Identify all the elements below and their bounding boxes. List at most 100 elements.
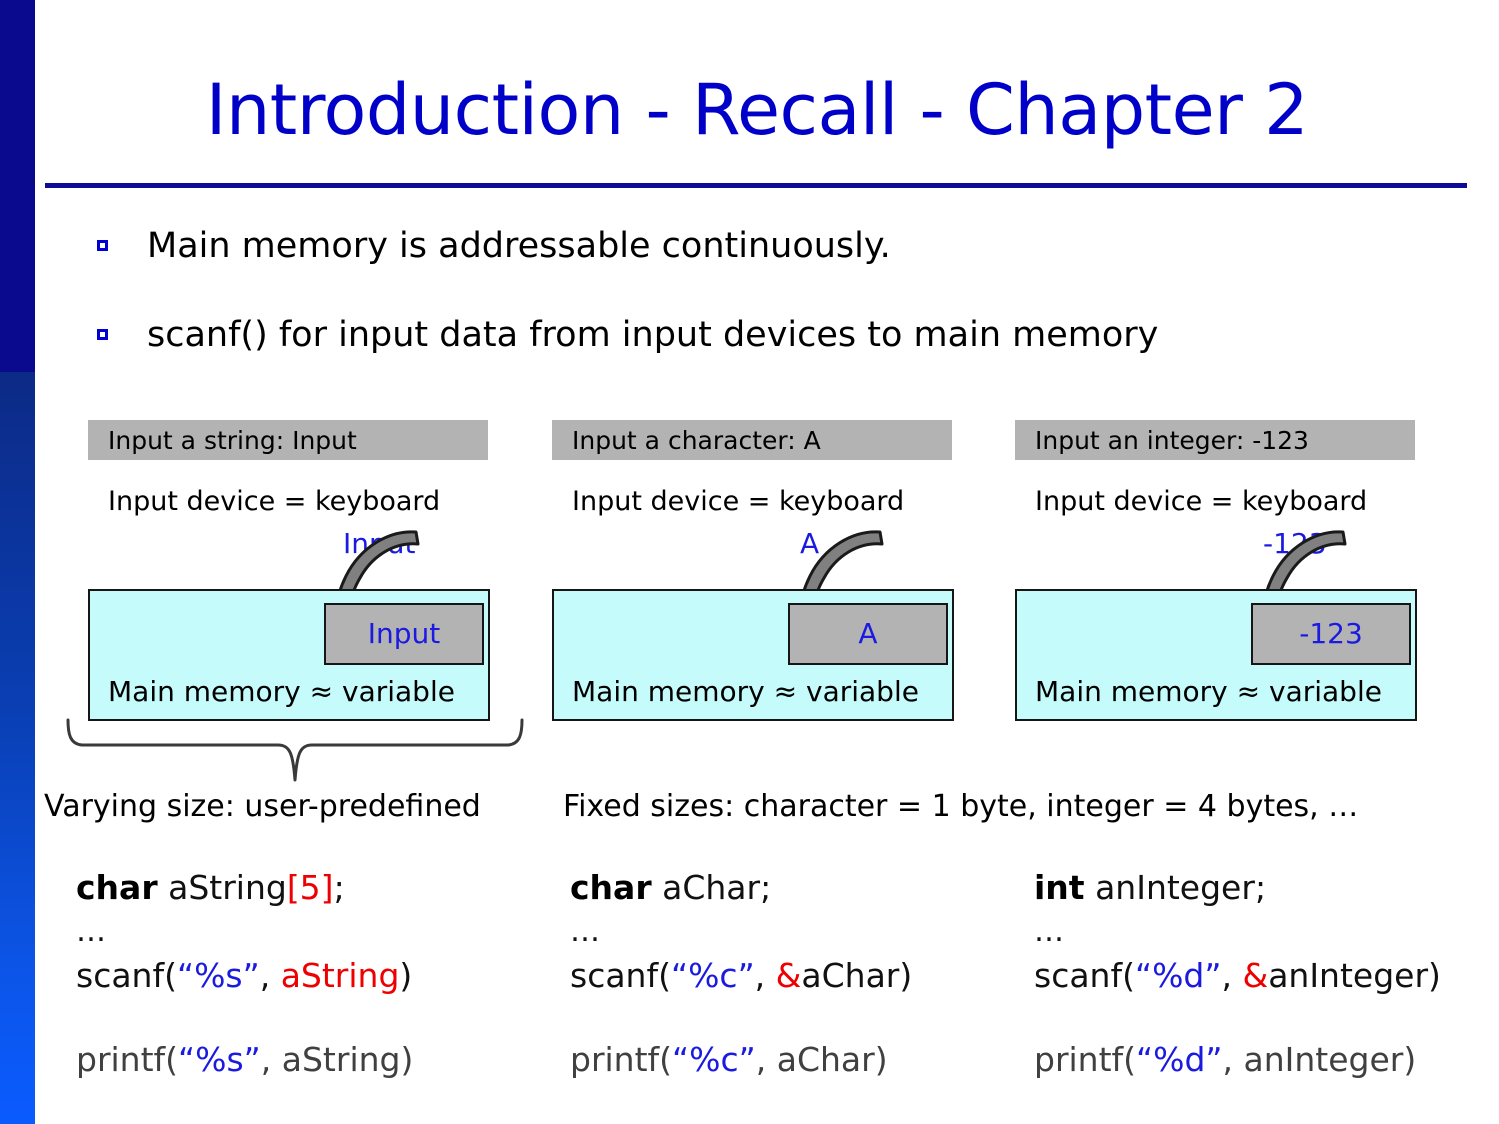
title-underline-rule [45,183,1467,188]
page-title: Introduction - Recall - Chapter 2 [205,69,1309,151]
code-close-paren: ) [899,956,913,995]
bullet-item-scanf: scanf() for input data from input device… [97,313,1158,357]
code-line-scanf: scanf(“%s”, aString) [76,954,413,998]
code-block-character: char aChar; … scanf(“%c”, &aChar) printf… [570,866,912,1082]
main-memory-box: A Main memory ≈ variable [552,589,954,721]
code-line-ellipsis: … [1034,914,1064,949]
code-separator: , [754,956,776,995]
code-call: scanf( [570,956,671,995]
code-terminator: ; [1254,868,1267,907]
code-line-printf: printf(“%c”, aChar) [570,1038,912,1082]
variable-value: A [858,617,878,650]
square-bullet-icon [97,240,108,251]
input-device-label: Input device = keyboard [572,486,905,517]
variable-value: Input [367,617,441,650]
code-call: scanf( [1034,956,1135,995]
code-separator: , [755,1040,777,1079]
code-address-operator: & [1242,956,1269,995]
code-separator: , [260,1040,282,1079]
console-output-bar: Input a character: A [552,420,952,460]
code-call: printf( [76,1040,179,1079]
console-output-bar: Input a string: Input [88,420,488,460]
code-keyword: char [76,868,158,907]
code-line-scanf: scanf(“%c”, &aChar) [570,954,912,998]
variable-cell: A [788,603,948,665]
code-spacer [570,998,912,1038]
code-close-paren: ) [874,1040,888,1079]
code-separator: , [1221,956,1243,995]
main-memory-box: Input Main memory ≈ variable [88,589,490,721]
code-argument: anInteger [1268,956,1429,995]
code-argument: aChar [776,1040,875,1079]
code-terminator: ; [760,868,772,907]
code-call: printf( [1034,1040,1137,1079]
code-line-ellipsis: … [570,914,600,949]
diagram-panel-character: Input a character: A Input device = keyb… [552,420,954,721]
variable-cell: -123 [1251,603,1411,665]
code-line-declaration: char aString[5]; [76,866,413,910]
main-memory-box: -123 Main memory ≈ variable [1015,589,1417,721]
console-output-text: Input a string: Input [108,426,357,455]
code-format-string: “%d” [1134,956,1222,995]
code-identifier: aChar [651,868,761,907]
sidebar-accent-bar-gradient [0,372,35,1124]
sidebar-accent-bar-top [0,0,35,372]
code-close-paren: ) [1428,956,1441,995]
code-address-operator: & [775,956,802,995]
code-close-paren: ) [399,956,413,995]
code-argument: aChar [801,956,900,995]
diagram-panel-integer: Input an integer: -123 Input device = ke… [1015,420,1417,721]
code-identifier: anInteger [1084,868,1255,907]
bullet-item-label: scanf() for input data from input device… [147,315,1159,355]
code-format-string: “%d” [1136,1040,1223,1079]
transferred-value-label: Input [343,527,416,560]
console-output-bar: Input an integer: -123 [1015,420,1415,460]
main-memory-label: Main memory ≈ variable [1035,675,1382,708]
code-line-scanf: scanf(“%d”, &anInteger) [1034,954,1441,998]
input-device-label: Input device = keyboard [1035,486,1368,517]
bullet-item-label: Main memory is addressable continuously. [147,226,891,266]
caption-fixed-sizes: Fixed sizes: character = 1 byte, integer… [563,789,1359,824]
code-argument: aString [280,956,400,995]
bullet-item-main-memory: Main memory is addressable continuously. [97,224,891,268]
code-spacer [1034,998,1441,1038]
caption-varying-size: Varying size: user-predefined [44,789,481,824]
code-line-declaration: char aChar; [570,866,912,910]
code-format-string: “%s” [178,1040,261,1079]
diagram-panel-string: Input a string: Input Input device = key… [88,420,490,721]
main-memory-label: Main memory ≈ variable [108,675,455,708]
code-line-declaration: int anInteger; [1034,866,1441,910]
code-identifier: aString [157,868,287,907]
variable-value: -123 [1299,617,1363,650]
code-keyword: char [570,868,652,907]
code-call: scanf( [76,956,177,995]
console-output-text: Input a character: A [572,426,821,455]
code-terminator: ; [333,868,345,907]
code-format-string: “%s” [176,956,260,995]
variable-cell: Input [324,603,484,665]
code-close-paren: ) [400,1040,414,1079]
code-separator: , [259,956,281,995]
code-line-printf: printf(“%d”, anInteger) [1034,1038,1441,1082]
transferred-value-label: -123 [1263,527,1327,560]
code-block-integer: int anInteger; … scanf(“%d”, &anInteger)… [1034,866,1441,1082]
code-separator: , [1222,1040,1244,1079]
code-close-paren: ) [1403,1040,1417,1079]
square-bullet-icon [97,329,108,340]
curly-brace-icon [66,718,524,782]
code-line-printf: printf(“%s”, aString) [76,1038,413,1082]
code-format-string: “%c” [672,1040,756,1079]
code-line-ellipsis: … [76,914,106,949]
main-memory-label: Main memory ≈ variable [572,675,919,708]
code-call: printf( [570,1040,673,1079]
console-output-text: Input an integer: -123 [1035,426,1309,455]
code-argument: anInteger [1243,1040,1404,1079]
code-format-string: “%c” [670,956,755,995]
code-block-string: char aString[5]; … scanf(“%s”, aString) … [76,866,413,1082]
code-array-index: [5] [286,868,334,907]
input-device-label: Input device = keyboard [108,486,441,517]
code-spacer [76,998,413,1038]
code-keyword: int [1034,868,1085,907]
code-argument: aString [281,1040,401,1079]
transferred-value-label: A [800,527,820,560]
